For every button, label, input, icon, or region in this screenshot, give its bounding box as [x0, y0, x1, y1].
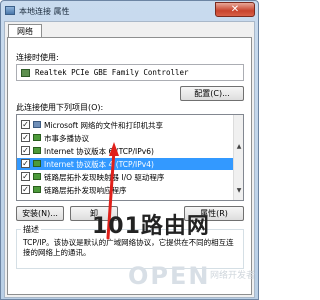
title-bar[interactable]: 本地连接 属性 ✕ — [1, 1, 258, 21]
list-item[interactable]: ✓ Microsoft 网络的文件和打印机共享 — [17, 119, 233, 131]
list-item[interactable]: ✓ 链路层拓扑发现映射器 I/O 驱动程序 — [17, 171, 233, 183]
list-item[interactable]: ✓ 链路层拓扑发现响应程序 — [17, 184, 233, 196]
window-title: 本地连接 属性 — [19, 7, 70, 16]
install-button[interactable]: 安装(N)... — [16, 206, 64, 221]
network-connection-icon — [5, 6, 15, 15]
watermark-open: OPEN — [128, 262, 211, 290]
scroll-down-icon[interactable]: ▼ — [235, 187, 243, 195]
close-button[interactable]: ✕ — [215, 2, 255, 17]
items-label: 此连接使用下列项目(O): — [16, 103, 104, 112]
watermark-dev: 网络开发者 — [210, 271, 256, 281]
configure-button[interactable]: 配置(C)... — [180, 86, 244, 101]
list-scrollbar[interactable]: ▲ ▼ — [233, 115, 243, 200]
protocol-icon — [33, 173, 41, 180]
list-item-selected[interactable]: ✓ Internet 协议版本 4 (TCP/IPv4) — [17, 158, 233, 170]
watermark-101: 101路由网 — [92, 214, 210, 239]
checkbox[interactable]: ✓ — [21, 146, 30, 155]
checkbox[interactable]: ✓ — [21, 185, 30, 194]
protocol-icon — [33, 134, 41, 141]
list-item[interactable]: ✓ Internet 协议版本 6 (TCP/IPv6) — [17, 145, 233, 157]
dialog-body: 网络 连接时使用: Realtek PCIe GBE Family Contro… — [4, 21, 255, 298]
tab-network[interactable]: 网络 — [8, 24, 42, 38]
checkbox[interactable]: ✓ — [21, 172, 30, 181]
components-list[interactable]: ✓ Microsoft 网络的文件和打印机共享 ✓ 市事多播协议 ✓ Inter… — [16, 114, 244, 201]
network-client-icon — [33, 121, 41, 128]
scroll-up-icon[interactable]: ▲ — [235, 143, 243, 151]
connect-using-label: 连接时使用: — [16, 53, 59, 62]
network-adapter-icon — [21, 69, 30, 77]
protocol-icon — [33, 147, 41, 154]
adapter-name: Realtek PCIe GBE Family Controller — [35, 68, 189, 77]
protocol-icon — [33, 186, 41, 193]
description-text: TCP/IP。该协议是默认的广域网络协议，它提供在不同的相互连接的网络上的通讯。 — [23, 238, 234, 257]
checkbox[interactable]: ✓ — [21, 120, 30, 129]
description-title: 描述 — [21, 224, 41, 235]
properties-window: 本地连接 属性 ✕ 网络 连接时使用: Realtek PCIe GBE Fam… — [0, 0, 259, 300]
list-item[interactable]: ✓ 市事多播协议 — [17, 132, 233, 144]
protocol-icon — [33, 160, 41, 167]
network-tab-panel: 连接时使用: Realtek PCIe GBE Family Controlle… — [7, 37, 252, 295]
checkbox[interactable]: ✓ — [21, 133, 30, 142]
adapter-field: Realtek PCIe GBE Family Controller — [16, 64, 244, 81]
checkbox[interactable]: ✓ — [21, 159, 30, 168]
